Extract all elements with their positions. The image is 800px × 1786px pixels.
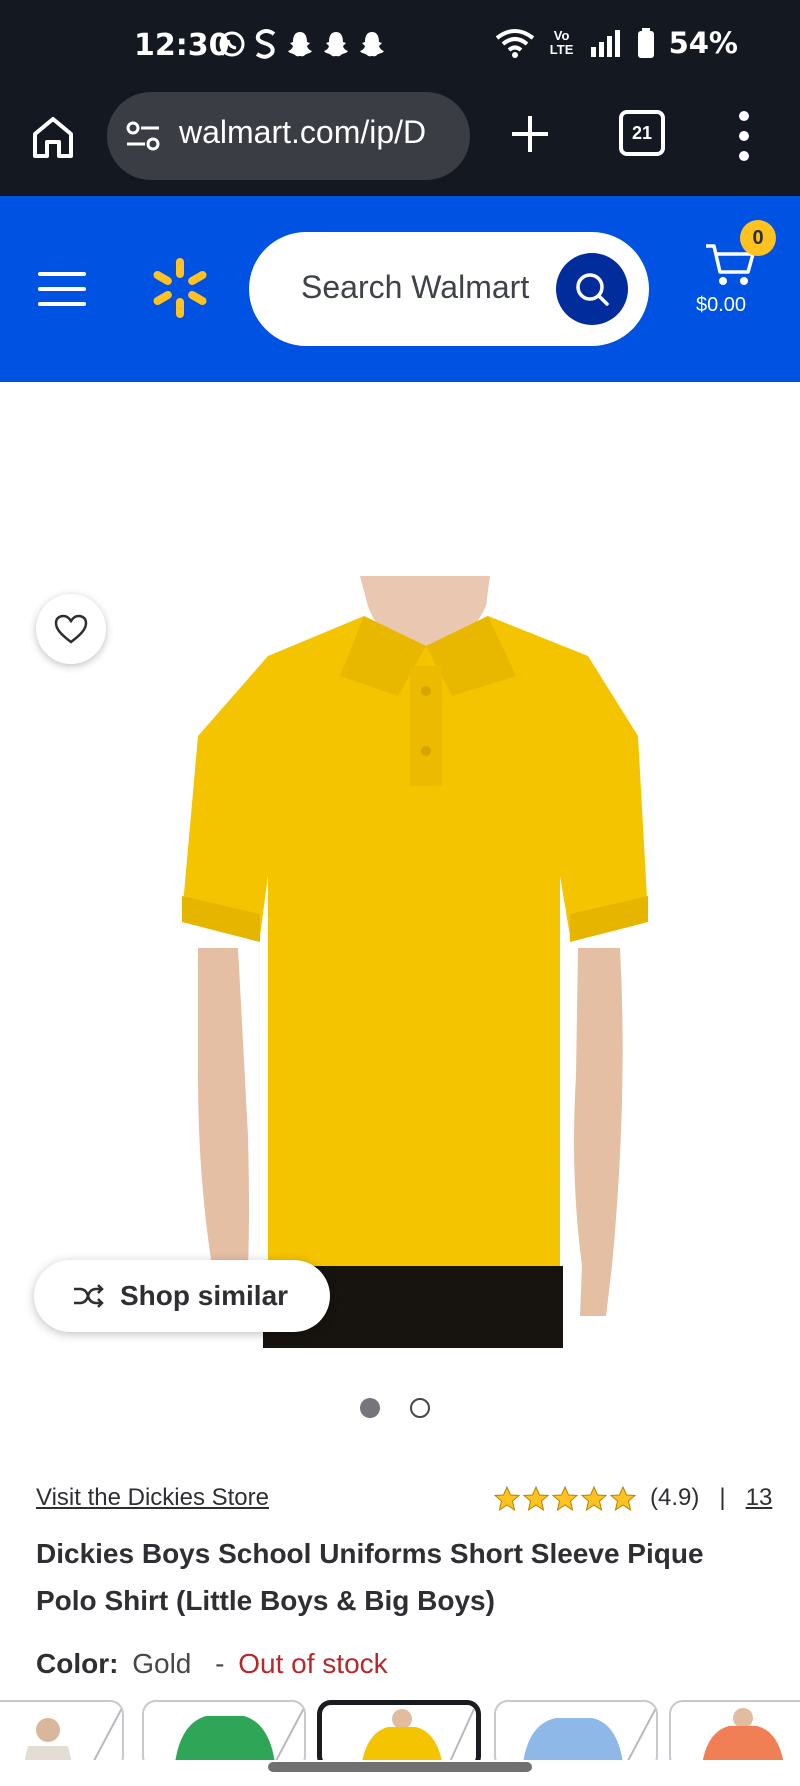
color-selection: Color: Gold - Out of stock — [36, 1648, 388, 1680]
swatch-thumbnail — [702, 1708, 784, 1760]
site-header: Search Walmart 0 $0.00 — [0, 196, 800, 382]
search-input[interactable]: Search Walmart — [249, 232, 649, 346]
walmart-spark-logo[interactable] — [150, 256, 210, 320]
color-swatch[interactable] — [669, 1700, 800, 1760]
swatch-thumbnail — [175, 1707, 304, 1760]
color-label: Color: — [36, 1648, 119, 1679]
color-swatch-selected[interactable] — [317, 1700, 481, 1760]
color-separator: - — [215, 1648, 225, 1679]
color-value: Gold — [132, 1648, 192, 1679]
home-icon[interactable] — [30, 114, 76, 160]
carousel-dot-1[interactable] — [360, 1398, 380, 1418]
product-title: Dickies Boys School Uniforms Short Sleev… — [36, 1538, 704, 1616]
color-swatch-list — [0, 1700, 800, 1760]
search-icon — [576, 273, 609, 306]
rating-value: (4.9) — [650, 1484, 700, 1511]
carousel-dot-2[interactable] — [410, 1398, 430, 1418]
shop-similar-button[interactable]: Shop similar — [34, 1260, 330, 1332]
cart-button[interactable]: 0 $0.00 — [696, 216, 784, 336]
shuffle-icon — [74, 1284, 104, 1308]
swatch-thumbnail — [362, 1708, 475, 1760]
stock-status: Out of stock — [238, 1648, 388, 1679]
menu-icon[interactable] — [38, 270, 86, 308]
rating-separator: | — [719, 1484, 726, 1511]
snapchat-icon — [360, 32, 384, 57]
system-icons: Vo LTE 54% — [495, 26, 738, 60]
favorite-button[interactable] — [36, 594, 106, 664]
store-link[interactable]: Visit the Dickies Store — [36, 1484, 269, 1512]
color-swatch[interactable] — [0, 1700, 124, 1760]
skype-icon — [255, 29, 276, 59]
wifi-icon — [495, 29, 534, 58]
gesture-nav-handle[interactable] — [268, 1762, 532, 1772]
snapchat-icon — [288, 32, 312, 57]
color-swatch[interactable] — [142, 1700, 306, 1760]
browser-toolbar: walmart.com/ip/D 21 — [0, 92, 800, 196]
new-tab-icon[interactable] — [508, 112, 552, 156]
notification-icons — [218, 28, 386, 60]
color-swatch[interactable] — [494, 1700, 658, 1760]
star-icon — [552, 1485, 578, 1511]
star-icon — [581, 1485, 607, 1511]
whatsapp-icon — [219, 31, 245, 57]
search-placeholder: Search Walmart — [301, 269, 530, 305]
rating-summary[interactable]: (4.9) | 13 — [494, 1484, 772, 1512]
star-icon — [494, 1485, 520, 1511]
review-count-link[interactable]: 13 — [746, 1484, 773, 1512]
volte-icon: Vo LTE — [549, 28, 574, 57]
battery-icon — [637, 28, 654, 58]
star-icon — [610, 1485, 636, 1511]
star-icon — [523, 1485, 549, 1511]
swatch-thumbnail — [523, 1707, 656, 1760]
tab-switcher-button[interactable]: 21 — [619, 110, 665, 156]
status-time: 12:30 — [134, 28, 230, 63]
status-bar: 12:30 Vo LTE 54% — [0, 0, 800, 92]
product-image-carousel[interactable]: Shop similar — [0, 382, 800, 1382]
url-text[interactable]: walmart.com/ip/D — [179, 114, 459, 151]
address-bar[interactable]: walmart.com/ip/D — [107, 92, 470, 180]
swatch-thumbnail — [24, 1707, 122, 1760]
cart-total: $0.00 — [696, 294, 747, 316]
snapchat-icon — [324, 32, 348, 57]
site-settings-icon[interactable] — [125, 120, 161, 152]
signal-icon — [590, 30, 620, 57]
cart-count-badge: 0 — [740, 220, 776, 256]
more-options-icon[interactable] — [736, 108, 752, 164]
star-rating — [494, 1485, 636, 1511]
search-button[interactable] — [556, 253, 628, 325]
heart-icon — [54, 614, 88, 644]
shop-similar-label: Shop similar — [120, 1280, 289, 1311]
product-photo — [182, 576, 648, 1348]
battery-level: 54% — [668, 26, 738, 60]
carousel-indicator — [360, 1398, 430, 1418]
